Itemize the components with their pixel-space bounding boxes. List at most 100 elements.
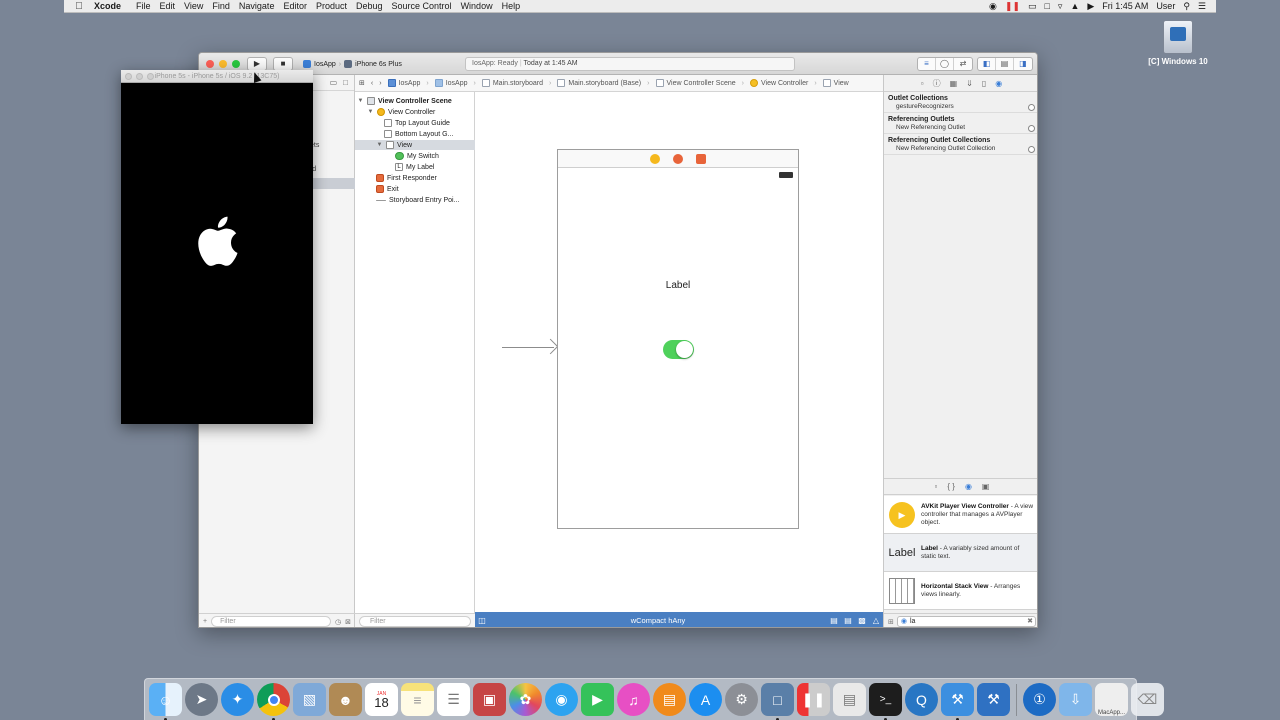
- menubar-clock[interactable]: Fri 1:45 AM: [1102, 1, 1148, 11]
- disclosure-triangle-icon[interactable]: ▼: [367, 109, 374, 115]
- zoom-button[interactable]: [232, 60, 240, 68]
- file-template-library-icon[interactable]: ▫: [935, 482, 938, 491]
- view-toggle-control[interactable]: ◧ ▤ ◨: [977, 57, 1033, 71]
- connection-row[interactable]: New Referencing Outlet Collection: [884, 145, 1037, 155]
- close-button[interactable]: [206, 60, 214, 68]
- dock-trash-icon[interactable]: ⌫: [1131, 683, 1164, 716]
- dock-downloads-icon[interactable]: ⇩: [1059, 683, 1092, 716]
- outline-row-bottom-layout-guide[interactable]: Bottom Layout G...: [355, 129, 475, 139]
- back-icon[interactable]: ‹: [371, 80, 373, 87]
- eject-icon[interactable]: ▲: [1070, 1, 1079, 11]
- storyboard-canvas[interactable]: Label: [475, 92, 883, 612]
- dock-chrome-icon[interactable]: [257, 683, 290, 720]
- breadcrumb-view[interactable]: View: [822, 79, 849, 87]
- utilities-toggle-icon[interactable]: ◨: [1014, 58, 1032, 70]
- menu-file[interactable]: File: [136, 1, 158, 11]
- dock-notes-icon[interactable]: ≡: [401, 683, 434, 716]
- outline-row-exit[interactable]: Exit: [355, 184, 475, 194]
- media-library-icon[interactable]: ▣: [982, 482, 990, 491]
- align-icon[interactable]: ▤: [841, 616, 855, 625]
- dock-photos-icon[interactable]: ✿: [509, 683, 542, 716]
- dock-app-store-icon[interactable]: A: [689, 683, 722, 716]
- editor-mode-control[interactable]: ≡ ◯ ⇄: [917, 57, 973, 71]
- assistant-editor-icon[interactable]: ◯: [936, 58, 954, 70]
- outline-row-view[interactable]: ▼ View: [355, 140, 475, 150]
- connection-row[interactable]: gestureRecognizers: [884, 103, 1037, 113]
- search-icon[interactable]: ⚲: [1183, 1, 1190, 11]
- size-inspector-icon[interactable]: ▯: [982, 79, 986, 88]
- dock-safari-icon[interactable]: ✦: [221, 683, 254, 716]
- stop-button[interactable]: ■: [273, 57, 293, 71]
- add-icon[interactable]: +: [203, 618, 207, 625]
- dock-window-icon[interactable]: ▤: [833, 683, 866, 716]
- library-filter-input[interactable]: ◉ la ✖: [896, 616, 1036, 627]
- version-editor-icon[interactable]: ⇄: [954, 58, 972, 70]
- library-item-horizontal-stack[interactable]: Horizontal Stack View - Arranges views l…: [884, 572, 1037, 610]
- dock-preview-icon[interactable]: ▧: [293, 683, 326, 716]
- recent-icon[interactable]: ◷: [335, 618, 341, 626]
- related-items-icon[interactable]: ⊞: [359, 79, 365, 87]
- menu-find[interactable]: Find: [212, 1, 237, 11]
- navigator-toggle-icon[interactable]: ◧: [978, 58, 996, 70]
- connection-row[interactable]: New Referencing Outlet: [884, 124, 1037, 134]
- dock-terminal-icon[interactable]: >_: [869, 683, 902, 720]
- file-inspector-icon[interactable]: ▫: [921, 79, 924, 88]
- view-controller-icon[interactable]: [650, 153, 660, 164]
- resolve-icon[interactable]: △: [869, 616, 883, 625]
- breadcrumb-storyboard[interactable]: Main.storyboard: [481, 79, 543, 87]
- menu-edit[interactable]: Edit: [160, 1, 183, 11]
- breadcrumb-project[interactable]: IosApp: [387, 79, 420, 87]
- first-responder-icon[interactable]: [673, 153, 683, 164]
- dock-macapp-icon[interactable]: MacApp...: [1095, 683, 1128, 716]
- connection-circle-icon[interactable]: [1028, 125, 1035, 132]
- code-snippet-library-icon[interactable]: { }: [947, 482, 955, 491]
- debug-area-toggle-icon[interactable]: ▤: [996, 58, 1014, 70]
- scheme-selector[interactable]: IosApp › iPhone 6s Plus: [303, 57, 402, 71]
- disclosure-triangle-icon[interactable]: ▼: [376, 142, 383, 148]
- dock-xcode-alt-icon[interactable]: ⚒: [977, 683, 1010, 716]
- clear-search-icon[interactable]: ✖: [1027, 617, 1033, 626]
- menu-source-control[interactable]: Source Control: [392, 1, 459, 11]
- outline-row-entry-point[interactable]: Storyboard Entry Poi...: [355, 195, 475, 205]
- desktop-icon-windows-10[interactable]: [C] Windows 10: [1145, 20, 1211, 66]
- document-outline-toggle-icon[interactable]: ◫: [475, 616, 489, 625]
- navigator-filter-input[interactable]: Filter: [211, 616, 332, 627]
- my-switch[interactable]: [663, 340, 694, 359]
- outline-row-view-controller[interactable]: ▼ View Controller: [355, 107, 475, 117]
- pause-icon[interactable]: ❚❚: [1005, 1, 1020, 11]
- dock-parallels-icon[interactable]: ❚❚: [797, 683, 830, 716]
- apple-menu-icon[interactable]: : [64, 1, 94, 12]
- library-item-label[interactable]: Label Label - A variably sized amount of…: [884, 534, 1037, 572]
- dock-contacts-icon[interactable]: ☻: [329, 683, 362, 716]
- dock-simulator-icon[interactable]: □: [761, 683, 794, 720]
- outline-row-first-responder[interactable]: First Responder: [355, 173, 475, 183]
- exit-icon[interactable]: [696, 153, 706, 164]
- connections-inspector-icon[interactable]: ◉: [995, 79, 1002, 88]
- library-item-avkit[interactable]: ▶ AVKit Player View Controller - A view …: [884, 496, 1037, 534]
- menu-app-name[interactable]: Xcode: [94, 1, 128, 11]
- dock-photo-booth-icon[interactable]: ▣: [473, 683, 506, 716]
- menu-help[interactable]: Help: [502, 1, 528, 11]
- dock-ibooks-icon[interactable]: ▤: [653, 683, 686, 716]
- outline-row-scene[interactable]: ▼ View Controller Scene: [355, 96, 475, 106]
- dock-itunes-icon[interactable]: ♫: [617, 683, 650, 716]
- dock-finder-icon[interactable]: ☺: [149, 683, 182, 720]
- size-class-button[interactable]: wCompact hAny: [489, 616, 827, 625]
- outline-row-my-label[interactable]: L My Label: [355, 162, 475, 172]
- dock-calendar-icon[interactable]: JAN 18: [365, 683, 398, 716]
- view-controller-scene[interactable]: Label: [557, 149, 799, 529]
- outline-row-top-layout-guide[interactable]: Top Layout Guide: [355, 118, 475, 128]
- menu-debug[interactable]: Debug: [356, 1, 390, 11]
- disclosure-triangle-icon[interactable]: ▼: [357, 98, 364, 104]
- scm-filter-icon[interactable]: ⊠: [345, 618, 351, 626]
- dock-messages-icon[interactable]: ◉: [545, 683, 578, 716]
- connection-circle-icon[interactable]: [1028, 146, 1035, 153]
- connection-circle-icon[interactable]: [1028, 104, 1035, 111]
- report-navigator-icon[interactable]: □: [343, 78, 348, 87]
- menu-product[interactable]: Product: [316, 1, 354, 11]
- dock-xcode-icon[interactable]: ⚒: [941, 683, 974, 720]
- minimize-button[interactable]: [219, 60, 227, 68]
- forward-icon[interactable]: ›: [379, 80, 381, 87]
- dock-system-preferences-icon[interactable]: ⚙: [725, 683, 758, 716]
- menubar-user[interactable]: User: [1156, 1, 1175, 11]
